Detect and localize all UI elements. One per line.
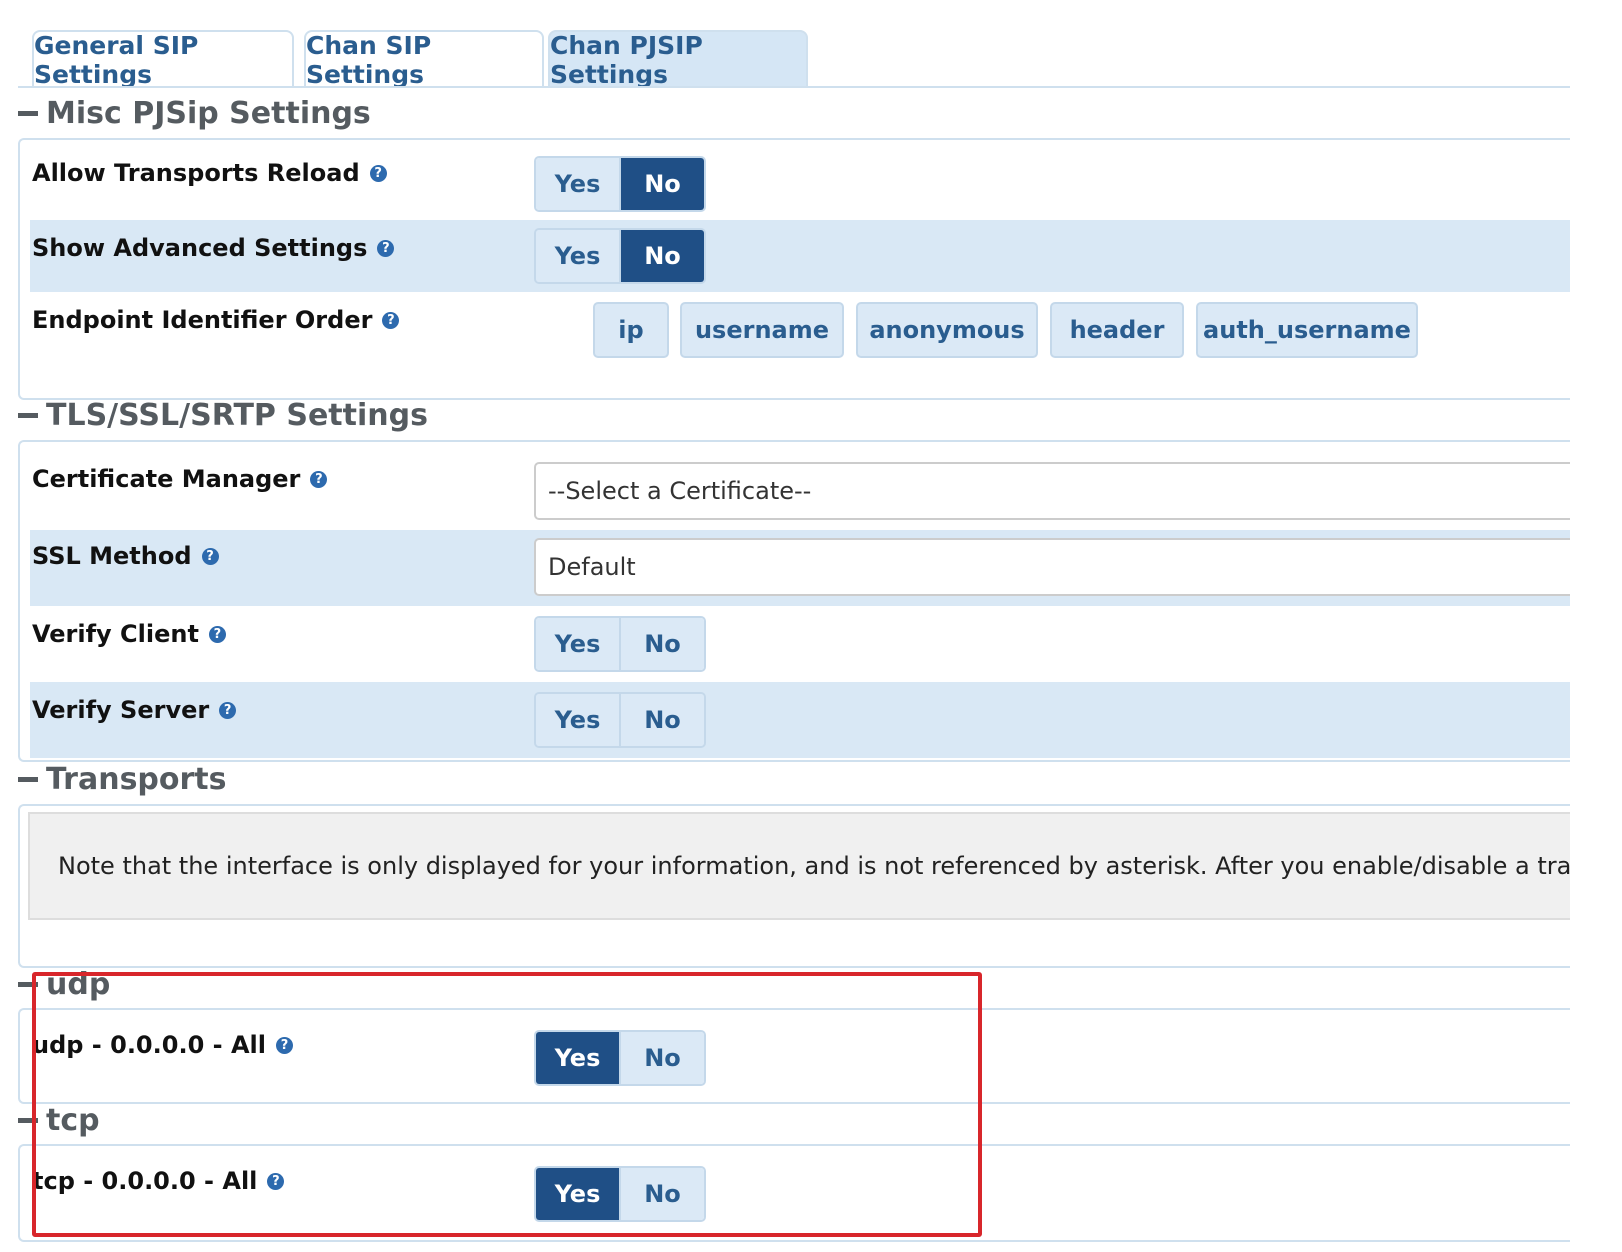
no-option[interactable]: No [621, 230, 704, 282]
no-option[interactable]: No [621, 158, 704, 210]
setting-label: Endpoint Identifier Order ? [32, 292, 400, 348]
tab-underline [18, 86, 1570, 88]
section-header-misc[interactable]: Misc PJSip Settings [18, 92, 371, 134]
tab-general-sip-settings[interactable]: General SIP Settings [32, 30, 294, 89]
allow-transports-reload-toggle[interactable]: Yes No [534, 156, 706, 212]
setting-row-verify-client: Verify Client ? Yes No [30, 606, 1570, 682]
setting-label: Verify Server ? [32, 682, 237, 738]
setting-row-certificate-manager: Certificate Manager ? --Select a Certifi… [30, 442, 1570, 530]
label-text: Certificate Manager [32, 465, 301, 493]
identifier-chip-header[interactable]: header [1050, 302, 1184, 358]
setting-row-endpoint-identifier-order: Endpoint Identifier Order ? ip username … [30, 292, 1570, 392]
help-icon[interactable]: ? [382, 311, 400, 329]
section-header-tcp[interactable]: tcp [18, 1100, 100, 1140]
setting-label: Certificate Manager ? [32, 454, 328, 504]
label-text: Show Advanced Settings [32, 234, 368, 262]
setting-label: SSL Method ? [32, 530, 219, 582]
section-header-tls[interactable]: TLS/SSL/SRTP Settings [18, 394, 428, 436]
setting-row-ssl-method: SSL Method ? Default [30, 530, 1570, 606]
collapse-icon[interactable] [18, 776, 38, 782]
help-icon[interactable]: ? [208, 625, 226, 643]
setting-row-verify-server: Verify Server ? Yes No [30, 682, 1570, 758]
section-title: udp [46, 966, 111, 1002]
yes-option[interactable]: Yes [536, 1168, 621, 1220]
no-option[interactable]: No [621, 1168, 704, 1220]
yes-option[interactable]: Yes [536, 1032, 621, 1084]
help-icon[interactable]: ? [275, 1036, 293, 1054]
collapse-icon[interactable] [18, 412, 38, 418]
section-header-udp[interactable]: udp [18, 964, 110, 1004]
label-text: SSL Method [32, 542, 192, 570]
label-text: udp - 0.0.0.0 - All [32, 1031, 266, 1059]
help-icon[interactable]: ? [201, 547, 219, 565]
setting-label: Verify Client ? [32, 606, 226, 662]
verify-client-toggle[interactable]: Yes No [534, 616, 706, 672]
section-title: Misc PJSip Settings [46, 95, 371, 131]
transports-note: Note that the interface is only displaye… [28, 812, 1570, 920]
label-text: Verify Client [32, 620, 199, 648]
yes-option[interactable]: Yes [536, 694, 621, 746]
label-text: tcp - 0.0.0.0 - All [32, 1167, 258, 1195]
no-option[interactable]: No [621, 694, 704, 746]
tab-chan-pjsip-settings[interactable]: Chan PJSIP Settings [548, 30, 808, 89]
setting-label: udp - 0.0.0.0 - All ? [32, 1020, 293, 1070]
show-advanced-settings-toggle[interactable]: Yes No [534, 228, 706, 284]
identifier-chip-ip[interactable]: ip [593, 302, 669, 358]
identifier-chip-auth-username[interactable]: auth_username [1196, 302, 1418, 358]
identifier-chip-username[interactable]: username [680, 302, 844, 358]
help-icon[interactable]: ? [377, 239, 395, 257]
yes-option[interactable]: Yes [536, 158, 621, 210]
section-title: TLS/SSL/SRTP Settings [46, 397, 428, 433]
setting-label: tcp - 0.0.0.0 - All ? [32, 1156, 285, 1206]
collapse-icon[interactable] [18, 110, 38, 116]
label-text: Allow Transports Reload [32, 159, 360, 187]
identifier-chip-anonymous[interactable]: anonymous [856, 302, 1038, 358]
tcp-panel: tcp - 0.0.0.0 - All ? Yes No [18, 1144, 1570, 1242]
certificate-manager-select[interactable]: --Select a Certificate-- [534, 462, 1570, 520]
section-header-transports[interactable]: Transports [18, 758, 227, 800]
collapse-icon[interactable] [18, 1117, 38, 1123]
setting-row-show-advanced-settings: Show Advanced Settings ? Yes No [30, 220, 1570, 292]
no-option[interactable]: No [621, 618, 704, 670]
misc-settings-panel: Allow Transports Reload ? Yes No Show Ad… [18, 138, 1570, 400]
tls-settings-panel: Certificate Manager ? --Select a Certifi… [18, 440, 1570, 762]
help-icon[interactable]: ? [369, 164, 387, 182]
yes-option[interactable]: Yes [536, 230, 621, 282]
section-title: Transports [46, 761, 227, 797]
tab-bar: General SIP Settings Chan SIP Settings C… [0, 0, 1570, 89]
no-option[interactable]: No [621, 1032, 704, 1084]
label-text: Verify Server [32, 696, 210, 724]
verify-server-toggle[interactable]: Yes No [534, 692, 706, 748]
collapse-icon[interactable] [18, 981, 38, 987]
ssl-method-select[interactable]: Default [534, 538, 1570, 596]
setting-row-tcp-transport: tcp - 0.0.0.0 - All ? Yes No [30, 1146, 1570, 1238]
yes-option[interactable]: Yes [536, 618, 621, 670]
setting-label: Allow Transports Reload ? [32, 148, 387, 198]
help-icon[interactable]: ? [219, 701, 237, 719]
udp-transport-toggle[interactable]: Yes No [534, 1030, 706, 1086]
tab-chan-sip-settings[interactable]: Chan SIP Settings [304, 30, 544, 89]
help-icon[interactable]: ? [267, 1172, 285, 1190]
section-title: tcp [46, 1102, 100, 1138]
setting-label: Show Advanced Settings ? [32, 220, 395, 276]
udp-panel: udp - 0.0.0.0 - All ? Yes No [18, 1008, 1570, 1104]
setting-row-udp-transport: udp - 0.0.0.0 - All ? Yes No [30, 1010, 1570, 1100]
setting-row-allow-transports-reload: Allow Transports Reload ? Yes No [30, 148, 1570, 220]
tcp-transport-toggle[interactable]: Yes No [534, 1166, 706, 1222]
label-text: Endpoint Identifier Order [32, 306, 373, 334]
help-icon[interactable]: ? [310, 470, 328, 488]
